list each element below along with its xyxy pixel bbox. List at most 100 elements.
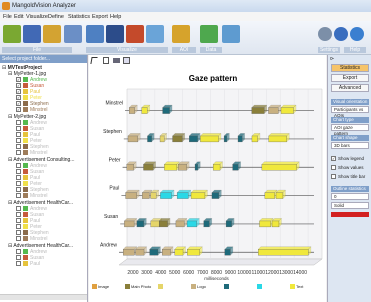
toggle-icon[interactable] [334, 27, 348, 41]
show-values-checkbox[interactable] [331, 165, 336, 171]
pointer-icon[interactable] [90, 57, 98, 64]
gaze-segment [190, 192, 206, 199]
category-label: Susan [104, 214, 118, 220]
grid-icon[interactable] [106, 25, 124, 43]
subject-checkbox[interactable]: ✓ [16, 95, 21, 101]
group-label-data: Data [200, 47, 222, 53]
gaze-segment [135, 249, 145, 256]
tree-subject[interactable]: Minstrel [16, 236, 48, 242]
menu-edit[interactable]: Edit [14, 14, 23, 20]
settings-icon[interactable] [318, 27, 332, 41]
chart-area: Gaze pattern 2000 3000 4000 5000 6000 7000 800… [89, 55, 326, 302]
outline-color-swatch[interactable] [331, 212, 369, 217]
print-icon[interactable] [113, 58, 120, 63]
gaze-segment [136, 220, 145, 228]
tab-statistics[interactable]: Statistics [331, 64, 369, 72]
subject-checkbox[interactable] [16, 249, 21, 255]
gaze-segment [194, 164, 198, 171]
show-title-bar-checkbox[interactable] [331, 174, 336, 180]
gaze-segment [264, 192, 275, 199]
subject-checkbox[interactable] [16, 255, 21, 261]
chart-title: Gaze pattern [189, 74, 238, 83]
aoi-icon[interactable] [172, 25, 190, 43]
heatmap-icon[interactable] [126, 25, 144, 43]
category-label: Stephen [103, 129, 122, 135]
outline-width-field[interactable]: 0 [331, 193, 369, 200]
gaze-segment [212, 164, 221, 171]
subject-checkbox[interactable] [16, 236, 21, 242]
subject-checkbox[interactable] [16, 175, 21, 181]
subject-checkbox[interactable] [16, 132, 21, 138]
subject-checkbox[interactable] [16, 169, 21, 175]
subject-checkbox[interactable] [16, 126, 21, 132]
subject-checkbox[interactable] [16, 212, 21, 218]
section-outline-statistics: Outline statistics [331, 186, 369, 192]
subject-checkbox[interactable] [16, 144, 21, 150]
gaze-segment [127, 135, 138, 143]
subject-checkbox[interactable] [16, 224, 21, 230]
show-legend-check[interactable]: ✓ Show legend [331, 156, 364, 162]
legend-label: Image [98, 284, 110, 289]
subject-checkbox[interactable]: ✓ [16, 101, 21, 107]
subject-checkbox[interactable] [16, 218, 21, 224]
gaze-segment [174, 249, 184, 256]
subject-checkbox[interactable] [16, 206, 21, 212]
save-icon[interactable] [23, 25, 41, 43]
menu-help[interactable]: Help [110, 14, 121, 20]
tree-scrollbar[interactable] [0, 294, 87, 300]
tab-export[interactable]: Export [331, 74, 369, 82]
group-label-settings: Settings [318, 47, 340, 53]
help-icon[interactable] [350, 27, 364, 41]
graph-icon[interactable] [200, 25, 218, 43]
image-icon[interactable] [222, 25, 240, 43]
subject-checkbox[interactable]: ✓ [16, 89, 21, 95]
subject-color-swatch [23, 144, 28, 150]
visual-orientation-select[interactable]: Participants vs AOIs [331, 106, 369, 118]
copy-icon[interactable] [103, 57, 109, 64]
monitor-icon[interactable] [64, 25, 82, 43]
chart-shape-select[interactable]: 3D bars [331, 142, 369, 149]
menu-file[interactable]: File [3, 14, 12, 20]
menu-export[interactable]: Export [92, 14, 108, 20]
open-icon[interactable] [3, 25, 21, 43]
gaze-segment [123, 249, 135, 256]
folder-icon[interactable] [43, 25, 61, 43]
chart-type-select[interactable]: AOI gaze pattern [331, 124, 369, 136]
path-icon[interactable] [146, 25, 164, 43]
subject-checkbox[interactable] [16, 150, 21, 156]
legend-label: Text [296, 284, 304, 289]
gaze-segment [125, 192, 137, 199]
show-legend-checkbox[interactable]: ✓ [331, 156, 336, 162]
subject-checkbox[interactable] [16, 181, 21, 187]
subject-checkbox[interactable] [16, 138, 21, 144]
subject-color-swatch [23, 249, 28, 255]
tree-subject[interactable]: ✓ Minstrel [16, 107, 48, 113]
subject-checkbox[interactable] [16, 193, 21, 199]
panel-pin-icon[interactable]: ⊳ [330, 56, 334, 62]
subject-checkbox[interactable] [16, 163, 21, 169]
table-icon[interactable] [86, 25, 104, 43]
tab-advanced[interactable]: Advanced [331, 84, 369, 92]
subject-checkbox[interactable] [16, 261, 21, 267]
subject-checkbox[interactable] [16, 187, 21, 193]
tree-subject[interactable]: Minstrel [16, 193, 48, 199]
gaze-segment-top [200, 133, 222, 137]
subject-checkbox[interactable] [16, 120, 21, 126]
subject-checkbox[interactable] [16, 230, 21, 236]
subject-checkbox[interactable]: ✓ [16, 77, 21, 83]
tree-subject[interactable]: Minstrel [16, 150, 48, 156]
outline-style-field[interactable]: Solid [331, 202, 369, 209]
subject-checkbox[interactable]: ✓ [16, 107, 21, 113]
subject-color-swatch [23, 120, 28, 126]
menu-define[interactable]: Define [48, 14, 64, 20]
menu-visualize[interactable]: Visualize [26, 14, 48, 20]
save-image-icon[interactable] [123, 57, 130, 64]
section-chart-shape: Chart shape [331, 135, 369, 141]
tree-subject[interactable]: Paul [16, 261, 40, 267]
show-title-bar-check[interactable]: Show title bar [331, 174, 365, 180]
gaze-segment [268, 135, 287, 143]
show-values-check[interactable]: Show values [331, 165, 364, 171]
subject-checkbox[interactable]: ✓ [16, 83, 21, 89]
menu-statistics[interactable]: Statistics [68, 14, 90, 20]
legend-swatch [158, 284, 163, 290]
